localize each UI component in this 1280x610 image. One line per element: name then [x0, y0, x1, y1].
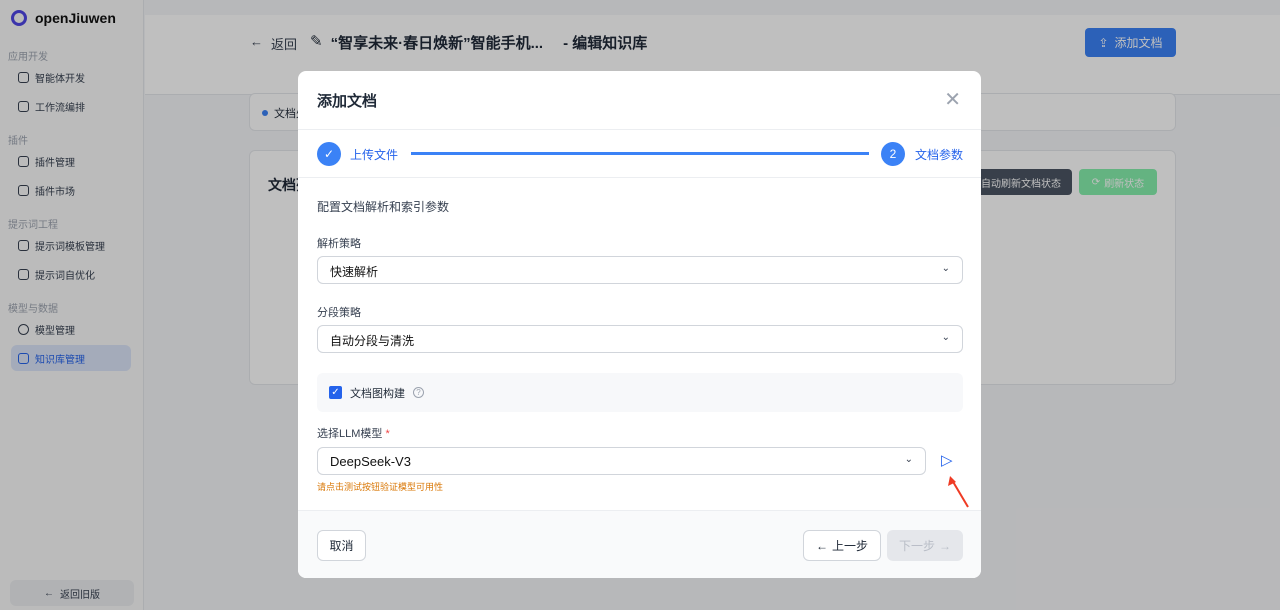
label: 下一步: [898, 539, 935, 553]
annotation-arrow: [948, 476, 969, 508]
arrow-right-icon: →: [939, 538, 951, 553]
step-upload: 上传文件: [350, 148, 399, 162]
dialog-title: 添加文档: [317, 93, 378, 110]
value: 自动分段与清洗: [330, 334, 415, 348]
graph-build-label: 文档图构建: [350, 387, 405, 400]
close-icon[interactable]: ✕: [944, 87, 961, 112]
check-icon: ✓: [317, 142, 341, 166]
step-number: 2: [881, 142, 905, 166]
test-hint: 请点击测试按钮验证模型可用性: [317, 482, 444, 492]
dialog-footer: 取消 ← 上一步 下一步 →: [298, 510, 981, 578]
value: 快速解析: [330, 265, 379, 279]
llm-model-select[interactable]: DeepSeek-V3 ⌄: [317, 447, 926, 475]
next-step-button[interactable]: 下一步 →: [887, 530, 963, 561]
add-document-dialog: 添加文档 ✕ ✓ 上传文件 2 文档参数 配置文档解析和索引参数 解析策略 快速解…: [298, 71, 981, 578]
test-model-play-icon[interactable]: ▷: [941, 451, 953, 469]
segment-strategy-select[interactable]: 自动分段与清洗 ⌄: [317, 325, 963, 353]
graph-build-checkbox[interactable]: ✓: [329, 386, 342, 399]
required-mark: *: [385, 428, 390, 440]
intro-text: 配置文档解析和索引参数: [317, 200, 450, 214]
step-params: 文档参数: [915, 148, 964, 162]
parse-strategy-label: 解析策略: [317, 238, 361, 250]
help-icon[interactable]: ?: [413, 387, 424, 398]
parse-strategy-select[interactable]: 快速解析 ⌄: [317, 256, 963, 284]
label: 选择LLM模型: [317, 428, 383, 440]
arrow-left-icon: ←: [815, 538, 828, 553]
chevron-down-icon: ⌄: [941, 263, 950, 274]
chevron-down-icon: ⌄: [941, 332, 950, 343]
segment-strategy-label: 分段策略: [317, 307, 361, 319]
cancel-button[interactable]: 取消: [317, 530, 366, 561]
stepper: ✓ 上传文件 2 文档参数: [298, 130, 981, 178]
llm-model-label: 选择LLM模型 *: [317, 425, 390, 441]
prev-step-button[interactable]: ← 上一步: [803, 530, 881, 561]
label: 上一步: [831, 539, 868, 553]
chevron-down-icon: ⌄: [904, 454, 913, 465]
graph-build-panel: ✓ 文档图构建 ?: [317, 373, 963, 412]
value: DeepSeek-V3: [330, 454, 411, 469]
step-connector: [411, 152, 869, 155]
